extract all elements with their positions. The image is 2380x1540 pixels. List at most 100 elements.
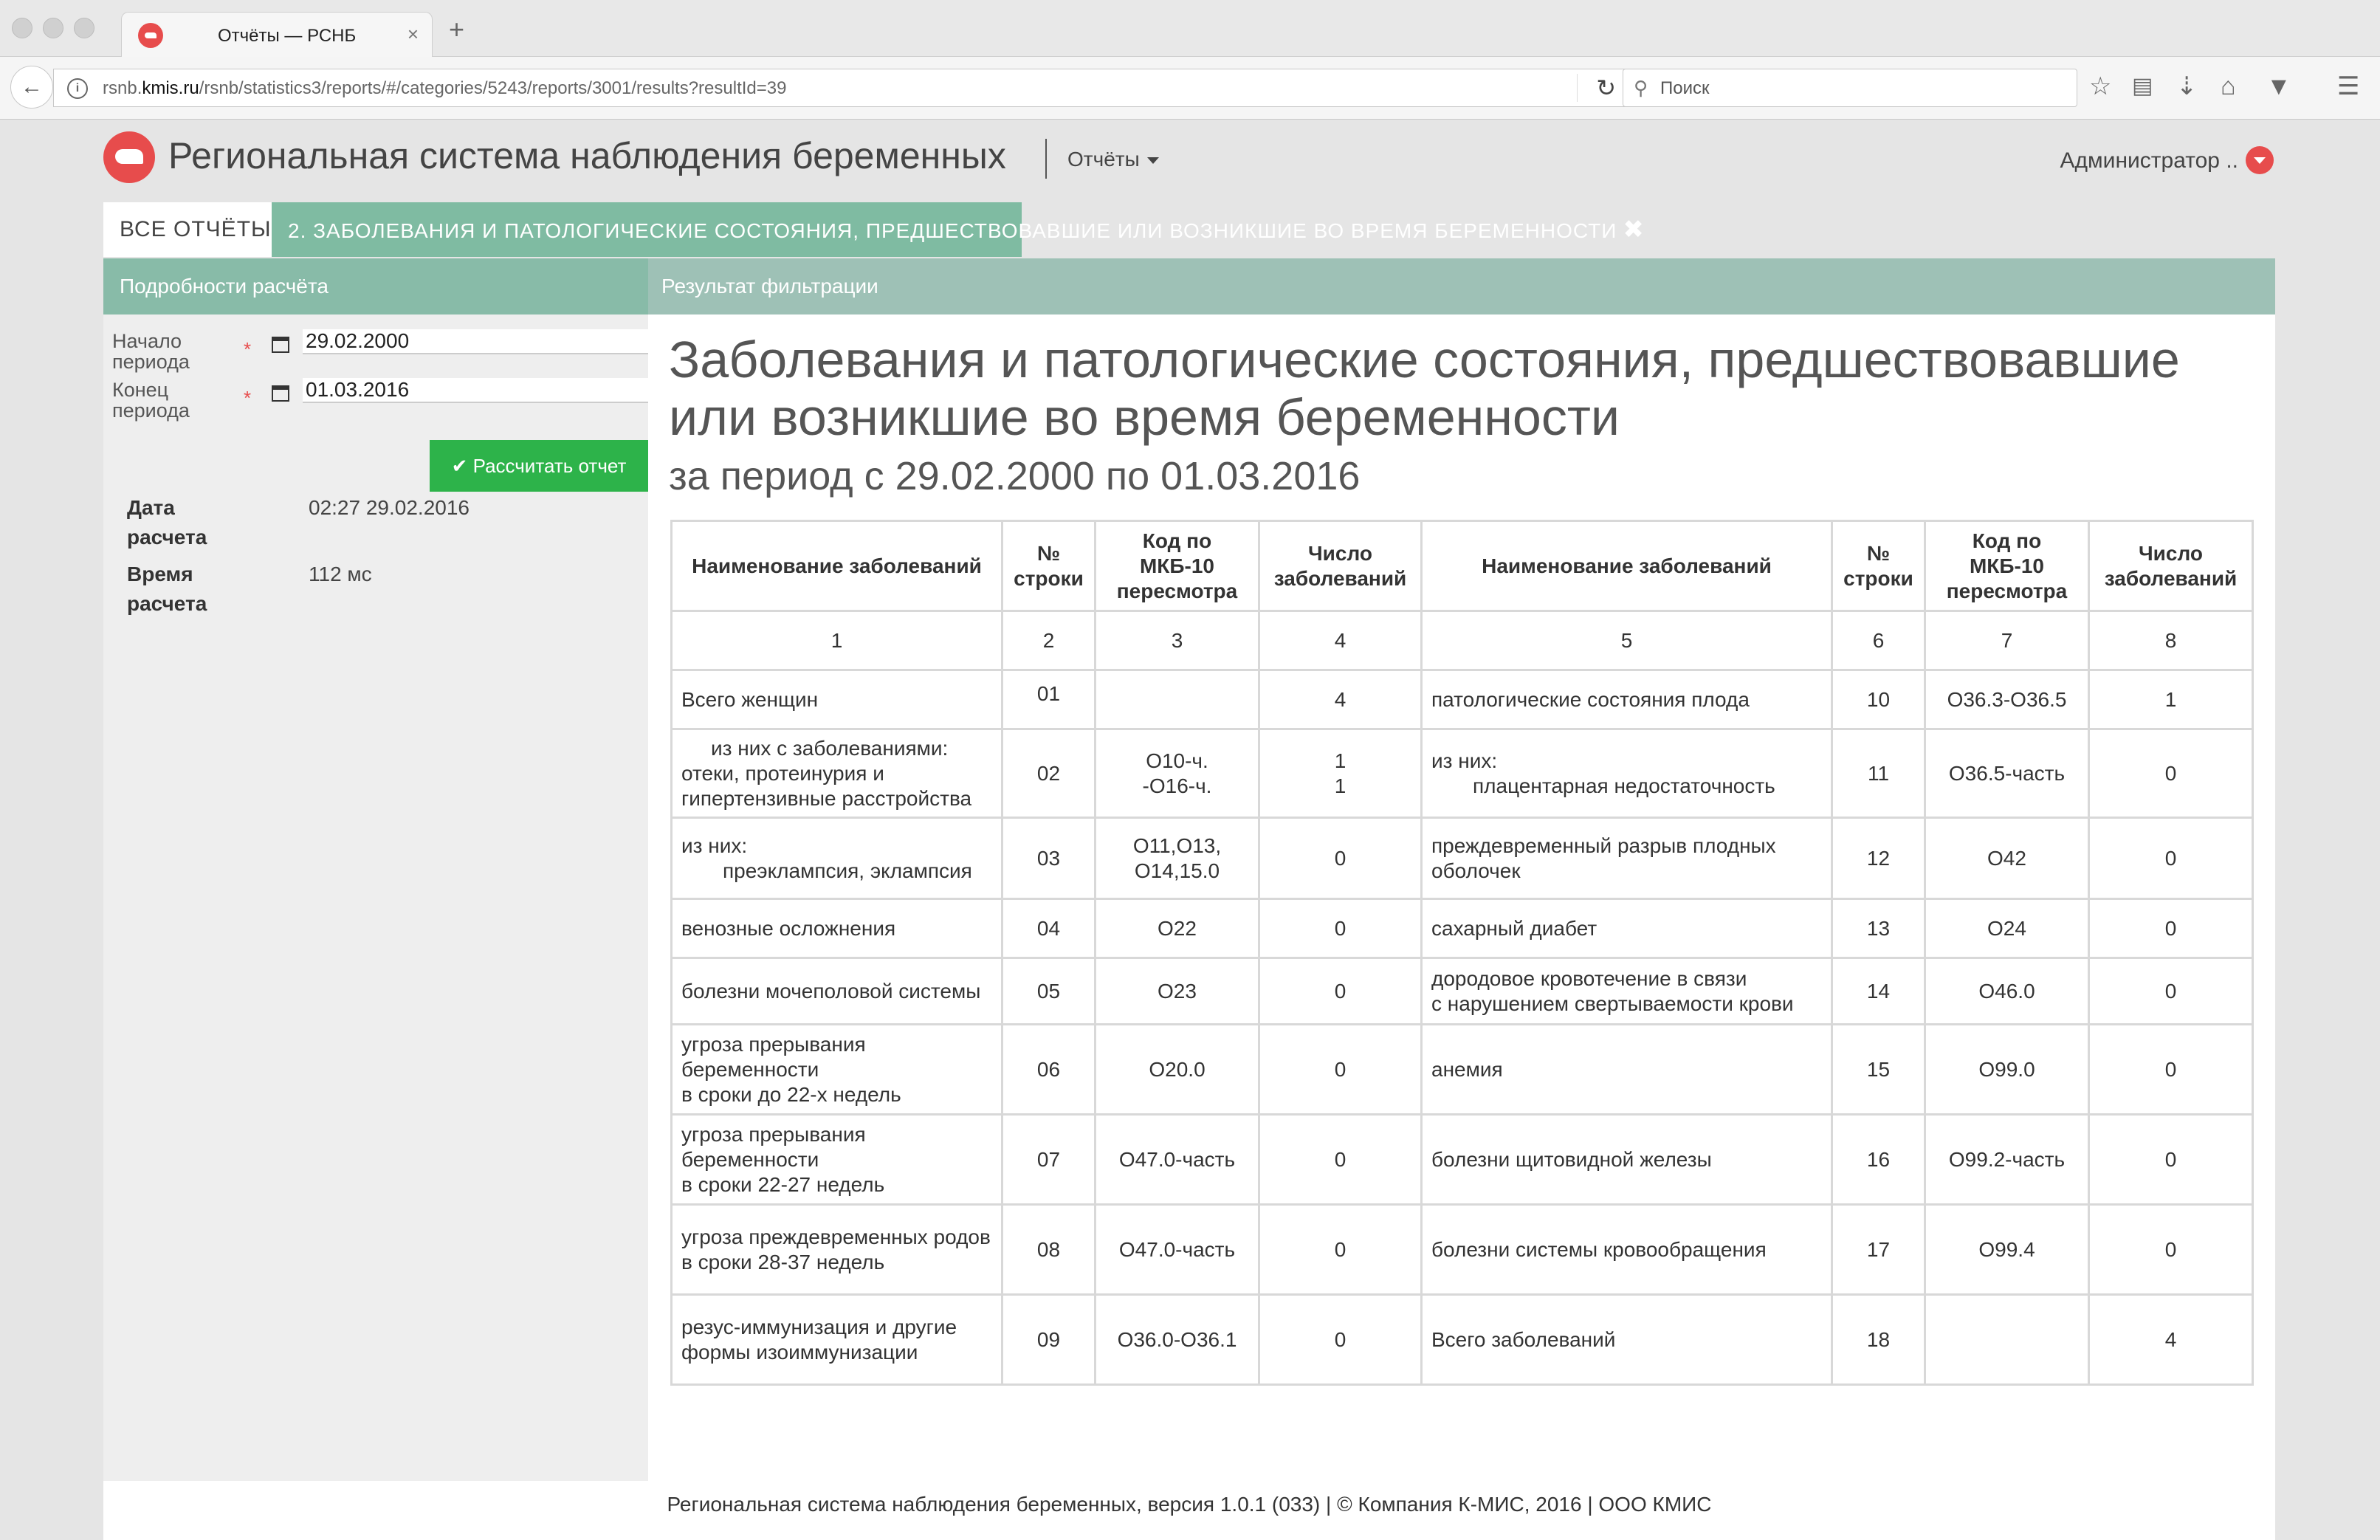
menu-hamburger-icon[interactable]: ☰ bbox=[2337, 70, 2359, 103]
report-table: Наименование заболеваний № строки Код по… bbox=[670, 520, 2254, 1386]
address-bar[interactable]: i rsnb.kmis.ru/rsnb/statistics3/reports/… bbox=[53, 69, 1631, 107]
table-row: угроза преждевременных родов в сроки 28-3… bbox=[670, 1203, 2254, 1296]
end-period-label-2: периода bbox=[112, 399, 190, 422]
start-period-label-1: Начало bbox=[112, 330, 182, 352]
disease-name: болезни системы кровообращения bbox=[1420, 1203, 1833, 1296]
disease-count: 0 bbox=[1258, 1293, 1423, 1386]
row-number: 15 bbox=[1831, 1023, 1926, 1116]
disease-count: 11 bbox=[1258, 728, 1423, 819]
page-footer: Региональная система наблюдения беременн… bbox=[103, 1481, 2275, 1540]
mkb-code: О46.0 bbox=[1924, 957, 2090, 1025]
disease-name-line: угроза преждевременных родов bbox=[681, 1225, 991, 1248]
mkb-code: О36.5-часть bbox=[1924, 728, 2090, 819]
reload-icon[interactable]: ↻ bbox=[1596, 74, 1616, 102]
bookmark-star-icon[interactable]: ☆ bbox=[2089, 70, 2111, 103]
app-header: Региональная система наблюдения беременн… bbox=[103, 126, 2274, 199]
calendar-icon[interactable] bbox=[272, 337, 289, 353]
chevron-down-icon bbox=[2246, 146, 2274, 174]
mkb-code: О99.2-часть bbox=[1924, 1113, 2090, 1206]
search-icon: ⚲ bbox=[1634, 77, 1648, 99]
disease-name-line: с нарушением свертываемости крови bbox=[1431, 991, 1794, 1015]
back-arrow-icon[interactable]: ← bbox=[10, 66, 53, 109]
window-close-dot[interactable] bbox=[12, 18, 32, 38]
col-number: 8 bbox=[2088, 610, 2254, 671]
row-number: 08 bbox=[1001, 1203, 1096, 1296]
disease-name: Всего женщин bbox=[670, 669, 1003, 730]
disease-name: из них с заболеваниями: отеки, протеинури… bbox=[670, 728, 1003, 819]
disease-name-line: в сроки 28-37 недель bbox=[681, 1250, 885, 1273]
tab-title: Отчёты — РСНБ bbox=[218, 26, 357, 46]
row-number: 02 bbox=[1001, 728, 1096, 819]
table-row: угроза прерывания беременности в сроки 22… bbox=[670, 1113, 2254, 1206]
row-number: 13 bbox=[1831, 898, 1926, 959]
url-prefix: rsnb. bbox=[103, 78, 142, 98]
app-title[interactable]: Региональная система наблюдения беременн… bbox=[168, 134, 1006, 177]
browser-tab[interactable]: Отчёты — РСНБ × bbox=[121, 12, 433, 58]
disease-count: 0 bbox=[2088, 1113, 2254, 1206]
col-header-count-2: Число заболеваний bbox=[2088, 520, 2254, 612]
start-period-label-2: периода bbox=[112, 351, 190, 373]
info-icon[interactable]: i bbox=[67, 78, 88, 99]
calculate-report-button[interactable]: ✔ Рассчитать отчет bbox=[430, 440, 648, 492]
row-number: 11 bbox=[1831, 728, 1926, 819]
disease-name-group: из них с заболеваниями: bbox=[711, 736, 949, 760]
calc-date-value: 02:27 29.02.2016 bbox=[309, 496, 470, 519]
row-number: 06 bbox=[1001, 1023, 1096, 1116]
search-placeholder: Поиск bbox=[1660, 78, 1710, 98]
mkb-code bbox=[1094, 669, 1260, 730]
col-header-row-no: № строки bbox=[1001, 520, 1096, 612]
disease-count: 0 bbox=[1258, 1023, 1423, 1116]
tab-all-reports[interactable]: ВСЕ ОТЧЁТЫ bbox=[103, 202, 272, 257]
tab-close-icon[interactable]: × bbox=[407, 23, 419, 46]
disease-name: патологические состояния плода bbox=[1420, 669, 1833, 730]
home-icon[interactable]: ⌂ bbox=[2221, 70, 2236, 103]
tab-active-report[interactable]: 2. ЗАБОЛЕВАНИЯ И ПАТОЛОГИЧЕСКИЕ СОСТОЯНИ… bbox=[272, 202, 1644, 257]
mkb-code: О23 bbox=[1094, 957, 1260, 1025]
disease-count: 0 bbox=[2088, 817, 2254, 900]
disease-name: дородовое кровотечение в связи с нарушени… bbox=[1420, 957, 1833, 1025]
disease-count: 0 bbox=[2088, 1203, 2254, 1296]
reading-list-icon[interactable]: ▤ bbox=[2132, 70, 2153, 103]
mkb-code: О47.0-часть bbox=[1094, 1203, 1260, 1296]
table-row: из них: преэклампсия, эклампсия 03 О11,О1… bbox=[670, 817, 2254, 900]
disease-count: 0 bbox=[2088, 957, 2254, 1025]
disease-count: 0 bbox=[2088, 1023, 2254, 1116]
url-path: /rsnb/statistics3/reports/#/categories/5… bbox=[199, 78, 787, 98]
row-number: 10 bbox=[1831, 669, 1926, 730]
disease-count: 0 bbox=[1258, 817, 1423, 900]
user-menu-label: Администратор .. bbox=[2060, 148, 2238, 173]
calendar-icon[interactable] bbox=[272, 385, 289, 402]
disease-name-line: в сроки 22-27 недель bbox=[681, 1172, 885, 1196]
mkb-code: О42 bbox=[1924, 817, 2090, 900]
window-zoom-dot[interactable] bbox=[74, 18, 94, 38]
row-number: 17 bbox=[1831, 1203, 1926, 1296]
download-icon[interactable]: ⇣ bbox=[2176, 70, 2198, 103]
stork-logo-icon[interactable] bbox=[103, 131, 155, 183]
col-header-count: Число заболеваний bbox=[1258, 520, 1423, 612]
disease-count: 0 bbox=[2088, 898, 2254, 959]
close-tab-icon[interactable]: ✖ bbox=[1623, 216, 1645, 244]
search-bar[interactable]: ⚲ Поиск bbox=[1623, 69, 2077, 107]
disease-name-line: угроза прерывания беременности bbox=[681, 1122, 866, 1171]
calc-details-panel: Начало периода * Конец периода * ✔ Рассч… bbox=[103, 314, 728, 1481]
mkb-code: О24 bbox=[1924, 898, 2090, 959]
user-menu[interactable]: Администратор .. bbox=[2060, 146, 2274, 176]
new-tab-icon[interactable]: + bbox=[449, 16, 464, 43]
pocket-icon[interactable]: ▼ bbox=[2266, 70, 2291, 103]
disease-name: болезни мочеполовой системы bbox=[670, 957, 1003, 1025]
disease-count: 0 bbox=[1258, 1203, 1423, 1296]
disease-name-line: в сроки до 22-х недель bbox=[681, 1082, 901, 1106]
disease-count: 4 bbox=[2088, 1293, 2254, 1386]
report-title-line-1: Заболевания и патологические состояния, … bbox=[669, 331, 2180, 388]
window-minimize-dot[interactable] bbox=[43, 18, 63, 38]
table-row: угроза прерывания беременности в сроки до… bbox=[670, 1023, 2254, 1116]
mkb-code: О99.4 bbox=[1924, 1203, 2090, 1296]
end-period-label-1: Конец bbox=[112, 379, 169, 401]
calc-details-header: Подробности расчёта bbox=[103, 258, 648, 314]
report-title: Заболевания и патологические состояния, … bbox=[669, 331, 2263, 446]
row-number: 05 bbox=[1001, 957, 1096, 1025]
row-number: 07 bbox=[1001, 1113, 1096, 1206]
reports-menu[interactable]: Отчёты bbox=[1067, 148, 1159, 171]
mkb-code: О11,О13, О14,15.0 bbox=[1094, 817, 1260, 900]
disease-name-group: из них: bbox=[1431, 749, 1498, 772]
